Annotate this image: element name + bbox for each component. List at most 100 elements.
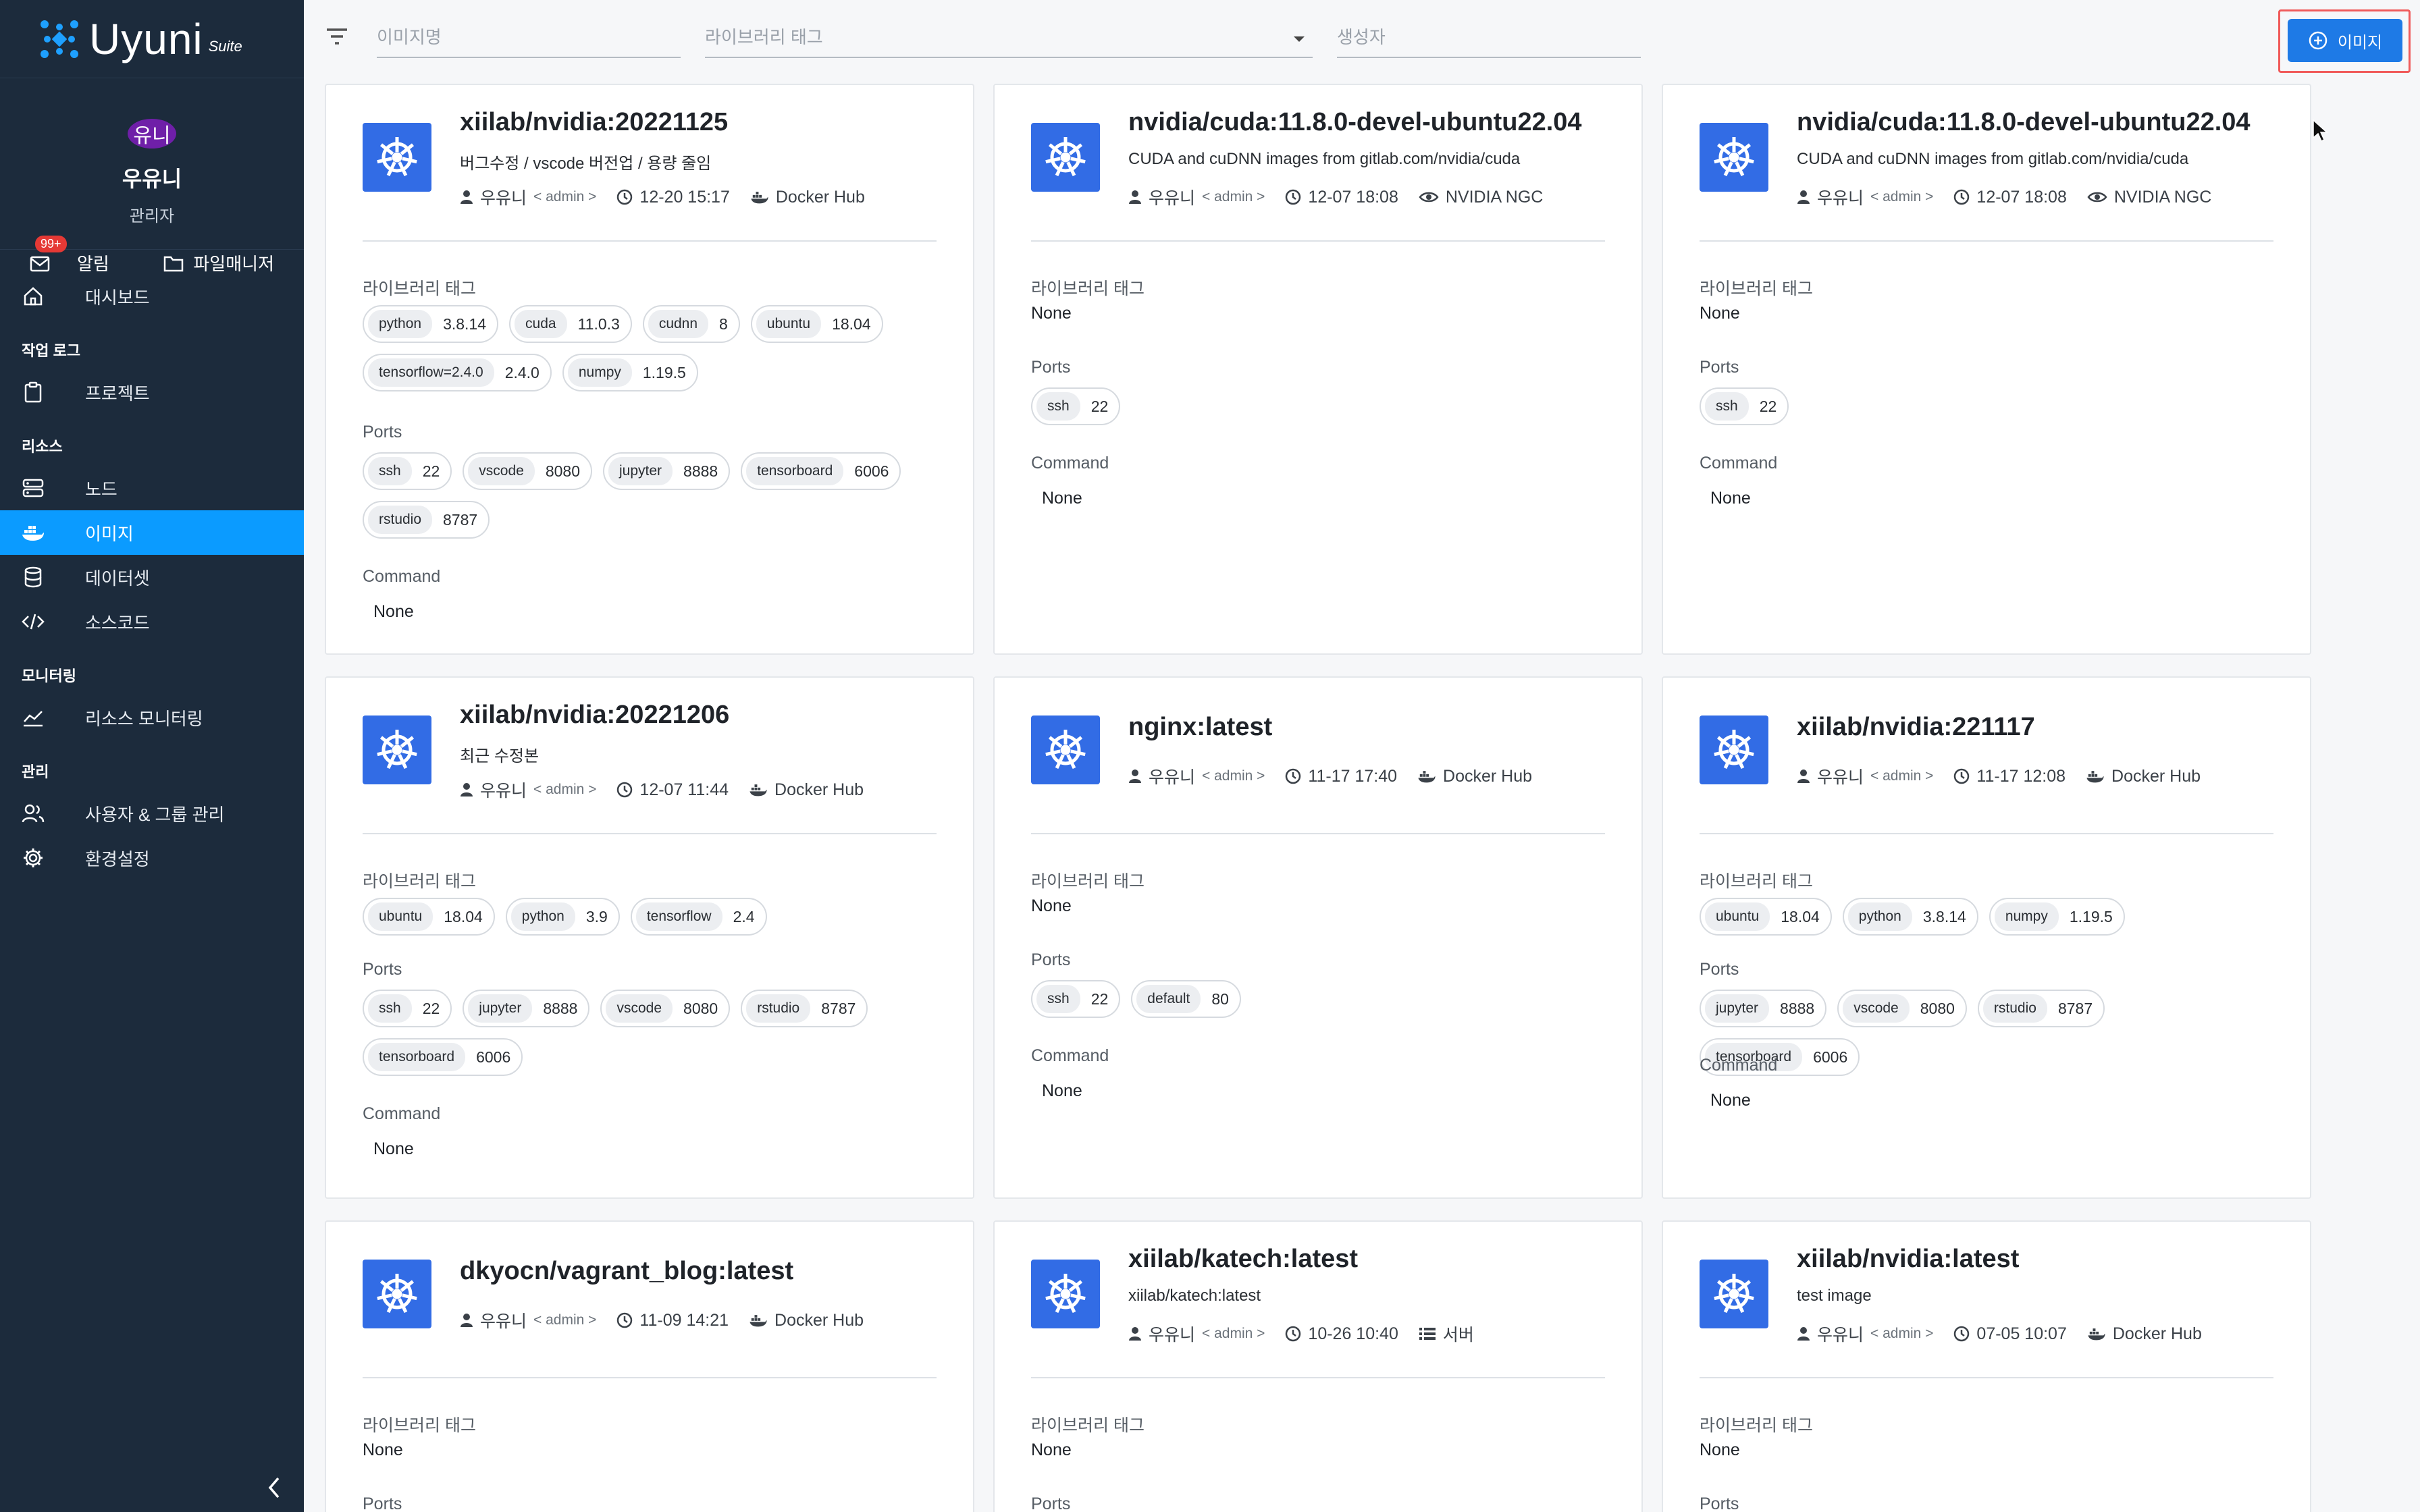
library-tags-none: None [363, 1440, 403, 1459]
port-chip[interactable]: vscode 8080 [1837, 990, 1967, 1027]
image-title[interactable]: nvidia/cuda:11.8.0-devel-ubuntu22.04 [1128, 108, 1582, 137]
kubernetes-icon [377, 137, 417, 177]
nav-item-dataset[interactable]: 데이터셋 [0, 555, 304, 599]
image-title[interactable]: nginx:latest [1128, 713, 1272, 742]
port-chip[interactable]: rstudio 8787 [741, 990, 868, 1027]
image-card[interactable]: nvidia/cuda:11.8.0-devel-ubuntu22.04 CUDA… [993, 84, 1643, 655]
port-chip[interactable]: vscode 8080 [463, 452, 592, 490]
chevron-down-icon[interactable] [1292, 35, 1306, 43]
port-number: 8787 [821, 999, 856, 1017]
nav-item-image[interactable]: 이미지 [0, 510, 304, 555]
port-chip[interactable]: vscode 8080 [600, 990, 731, 1027]
port-chip[interactable]: rstudio 8787 [363, 501, 490, 539]
collapse-sidebar-icon[interactable] [265, 1476, 285, 1500]
kubernetes-icon [377, 730, 417, 770]
add-image-button[interactable]: 이미지 [2288, 19, 2402, 62]
library-tag-chip[interactable]: numpy 1.19.5 [1989, 898, 2125, 936]
avatar[interactable]: 유니 [128, 119, 176, 148]
server-icon [22, 479, 44, 497]
creator-name: 우유니 [1817, 1326, 1864, 1345]
port-name: rstudio [746, 994, 811, 1023]
kubernetes-icon [1714, 730, 1754, 770]
library-tag-chip[interactable]: ubuntu 18.04 [750, 305, 883, 343]
image-card[interactable]: nvidia/cuda:11.8.0-devel-ubuntu22.04 CUDA… [1662, 84, 2311, 655]
code-icon [22, 614, 45, 630]
image-description: xiilab/katech:latest [1128, 1287, 1261, 1305]
port-chip[interactable]: ssh 22 [363, 452, 452, 490]
image-title[interactable]: xiilab/nvidia:20221125 [460, 108, 728, 137]
creator-role: < admin > [1870, 768, 1934, 784]
port-chip[interactable]: ssh 22 [1031, 980, 1121, 1018]
creator-role: < admin > [1870, 189, 1934, 205]
nav-item-node[interactable]: 노드 [0, 466, 304, 510]
image-name-field[interactable] [377, 22, 681, 58]
image-card[interactable]: xiilab/nvidia:221117 우유니 < admin > 11-17 12… [1662, 676, 2311, 1199]
port-number: 22 [422, 462, 440, 480]
library-tag-input[interactable] [705, 27, 1313, 48]
image-title[interactable]: nvidia/cuda:11.8.0-devel-ubuntu22.04 [1797, 108, 2251, 137]
library-tag-chip[interactable]: ubuntu 18.04 [363, 898, 495, 936]
image-card[interactable]: xiilab/katech:latest xiilab/katech:latest… [993, 1220, 1643, 1512]
library-tag-select[interactable] [705, 22, 1313, 58]
image-card[interactable]: nginx:latest 우유니 < admin > 11-17 17:40 Docke… [993, 676, 1643, 1199]
library-tag-chip[interactable]: python 3.8.14 [1842, 898, 1978, 936]
library-tag-chip[interactable]: cudnn 8 [642, 305, 740, 343]
image-card[interactable]: xiilab/nvidia:20221206 최근 수정본 우유니 < admin >… [325, 676, 974, 1199]
port-number: 8080 [683, 999, 718, 1017]
port-chip[interactable]: jupyter 8888 [463, 990, 590, 1027]
library-tag-chip[interactable]: python 3.9 [505, 898, 620, 936]
port-chip[interactable]: jupyter 8888 [603, 452, 731, 490]
port-name: rstudio [368, 506, 433, 534]
kubernetes-icon [1714, 137, 1754, 177]
port-chip[interactable]: default 80 [1131, 980, 1241, 1018]
image-card[interactable]: xiilab/nvidia:20221125 버그수정 / vscode 버전업 … [325, 84, 974, 655]
library-tag-chip[interactable]: ubuntu 18.04 [1700, 898, 1832, 936]
image-source: Docker Hub [2087, 1324, 2202, 1344]
port-chip[interactable]: tensorboard 6006 [741, 452, 901, 490]
image-title[interactable]: xiilab/nvidia:221117 [1797, 713, 2035, 742]
nav-item-dashboard[interactable]: 대시보드 [0, 274, 304, 319]
port-chip[interactable]: jupyter 8888 [1700, 990, 1827, 1027]
file-manager-button[interactable]: 파일매니저 [163, 250, 274, 275]
nav-item-source[interactable]: 소스코드 [0, 599, 304, 644]
image-source: Docker Hub [1417, 767, 1532, 786]
tag-name: ubuntu [756, 310, 822, 338]
image-name-input[interactable] [377, 27, 681, 48]
library-tag-chip[interactable]: cuda 11.0.3 [509, 305, 632, 343]
nav-label: 이미지 [85, 523, 134, 544]
image-card[interactable]: dkyocn/vagrant_blog:latest 우유니 < admin > 11… [325, 1220, 974, 1512]
port-chip[interactable]: ssh 22 [363, 990, 452, 1027]
command-label: Command [1031, 1046, 1109, 1065]
library-tag-chip[interactable]: tensorflow=2.4.0 2.4.0 [363, 354, 552, 392]
library-tag-chip[interactable]: python 3.8.14 [363, 305, 499, 343]
image-title[interactable]: xiilab/katech:latest [1128, 1245, 1358, 1274]
brand-logo[interactable]: Uyuni Suite [0, 0, 304, 78]
library-tags-label: 라이브러리 태그 [1031, 1416, 1145, 1435]
nav-item-settings[interactable]: 환경설정 [0, 836, 304, 880]
port-name: default [1136, 985, 1201, 1013]
user-icon [1129, 190, 1141, 204]
image-title[interactable]: xiilab/nvidia:20221206 [460, 701, 729, 730]
port-chip[interactable]: ssh 22 [1700, 387, 1789, 425]
card-divider [1031, 1377, 1605, 1378]
port-chip[interactable]: tensorboard 6006 [363, 1038, 523, 1076]
library-tag-chip[interactable]: numpy 1.19.5 [562, 354, 698, 392]
creator-field[interactable] [1337, 22, 1641, 58]
nav-item-resource-monitor[interactable]: 리소스 모니터링 [0, 695, 304, 740]
port-chip[interactable]: ssh 22 [1031, 387, 1121, 425]
image-title[interactable]: xiilab/nvidia:latest [1797, 1245, 2019, 1274]
library-tag-chip[interactable]: tensorflow 2.4 [630, 898, 767, 936]
nav-item-project[interactable]: 프로젝트 [0, 370, 304, 414]
image-card[interactable]: xiilab/nvidia:latest test image 우유니 < admin… [1662, 1220, 2311, 1512]
image-title[interactable]: dkyocn/vagrant_blog:latest [460, 1257, 793, 1286]
nav-item-users[interactable]: 사용자 & 그룹 관리 [0, 791, 304, 836]
image-source: 서버 [1419, 1322, 1474, 1346]
creator-name: 우유니 [1817, 189, 1864, 208]
creator-input[interactable] [1337, 27, 1641, 48]
chart-line-icon [24, 711, 43, 727]
notifications-button[interactable]: 99+ 알림 [30, 236, 109, 275]
port-chip[interactable]: rstudio 8787 [1977, 990, 2105, 1027]
tag-version: 3.9 [585, 907, 608, 925]
filter-icon[interactable] [325, 27, 348, 46]
file-manager-label: 파일매니저 [193, 254, 274, 274]
